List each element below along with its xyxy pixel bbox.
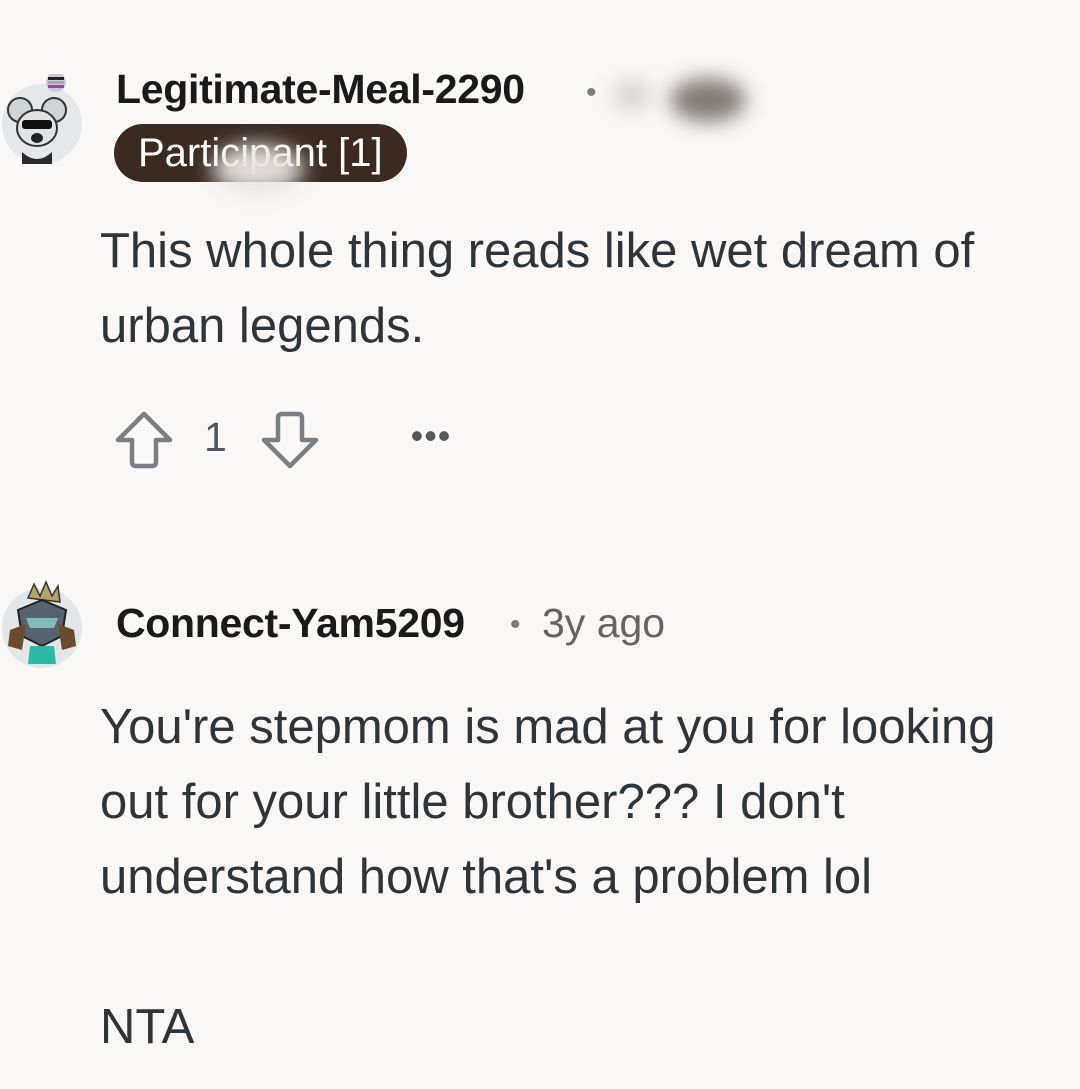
comment-thread: Legitimate-Meal-2290 • Participant [1] T… xyxy=(0,0,1080,1089)
user-avatar[interactable] xyxy=(0,580,84,668)
comment-body: You're stepmom is mad at you for looking… xyxy=(100,700,996,1054)
redacted-blur xyxy=(670,78,746,122)
koala-avatar-icon xyxy=(2,74,82,164)
more-options-button[interactable]: ••• xyxy=(406,408,456,472)
timestamp: 3y ago xyxy=(542,600,666,646)
comment: Connect-Yam5209 • 3y ago You're stepmom … xyxy=(0,560,1080,1089)
downvote-icon[interactable] xyxy=(258,408,322,472)
upvote-icon[interactable] xyxy=(112,408,176,472)
knight-avatar-icon xyxy=(2,580,82,668)
user-avatar[interactable] xyxy=(0,74,84,164)
meta-separator: • xyxy=(586,76,597,109)
comment-body: This whole thing reads like wet dream of… xyxy=(100,224,988,353)
username[interactable]: Legitimate-Meal-2290 xyxy=(116,66,525,113)
meta-separator: • xyxy=(510,608,521,641)
username[interactable]: Connect-Yam5209 xyxy=(116,600,465,647)
comment: Legitimate-Meal-2290 • Participant [1] T… xyxy=(0,0,1080,520)
redacted-blur xyxy=(612,80,652,110)
redacted-blur xyxy=(212,144,304,194)
vote-score: 1 xyxy=(204,414,227,460)
